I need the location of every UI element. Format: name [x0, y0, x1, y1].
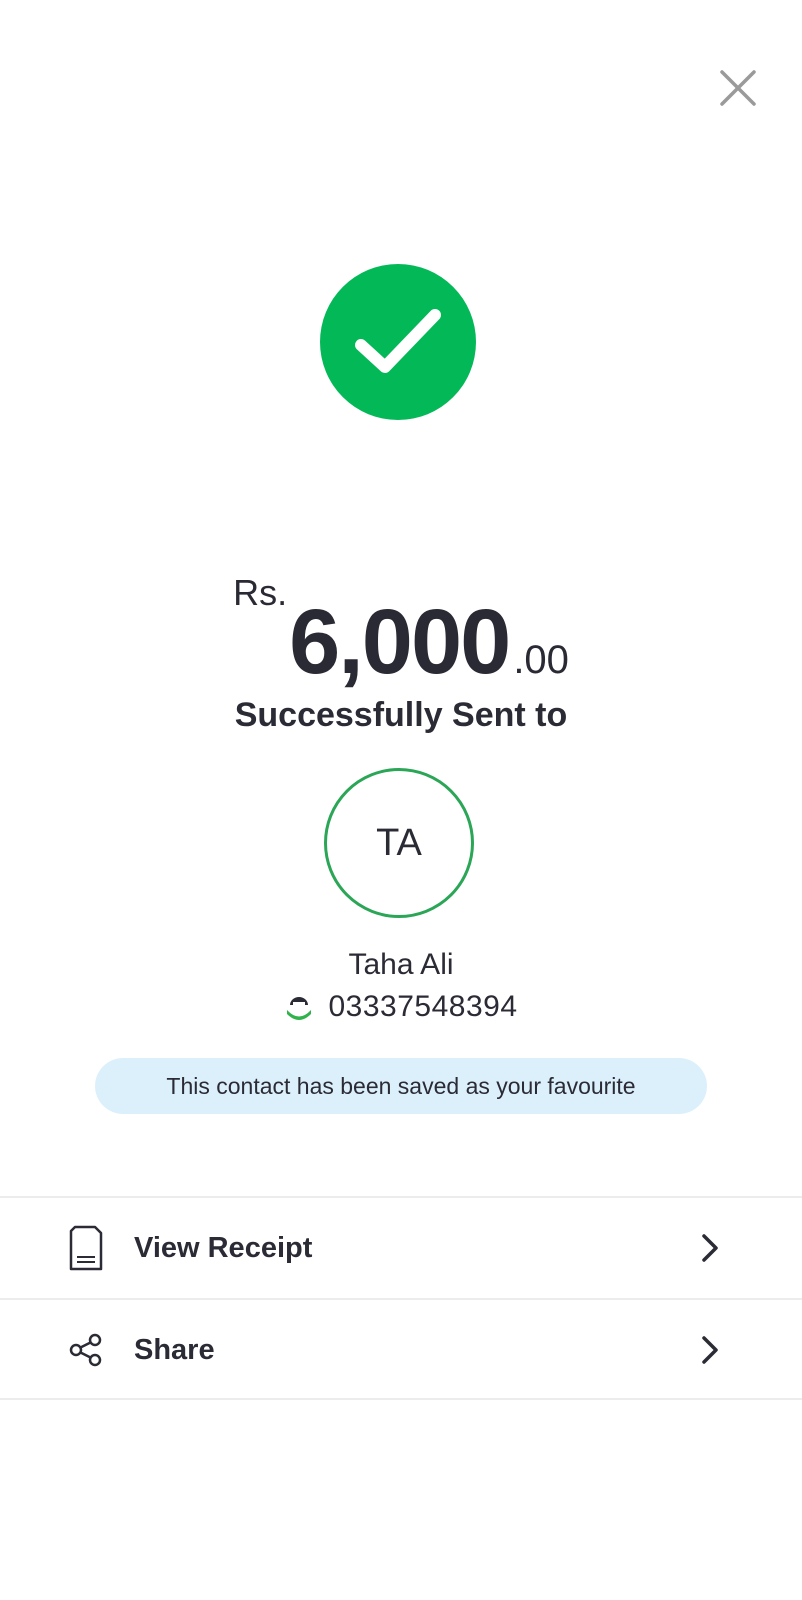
avatar: TA [324, 768, 474, 918]
chevron-right-icon [702, 1234, 718, 1262]
divider [0, 1196, 802, 1198]
share-icon [68, 1326, 104, 1374]
amount-whole: 6,000 [289, 591, 511, 693]
status-message: Successfully Sent to [234, 696, 568, 734]
recipient-phone-row: 03337548394 [0, 990, 802, 1024]
share-label: Share [134, 1333, 215, 1366]
amount-decimal: .00 [513, 638, 569, 682]
divider [0, 1398, 802, 1400]
amount-currency: Rs. [233, 572, 288, 613]
chevron-right-icon [702, 1336, 718, 1364]
receipt-icon [68, 1224, 104, 1272]
close-button[interactable] [716, 66, 760, 110]
close-icon [720, 70, 756, 106]
success-check-circle [320, 264, 476, 420]
easypaisa-logo-icon [287, 997, 312, 1020]
favourite-banner-text: This contact has been saved as your favo… [166, 1072, 636, 1099]
favourite-banner: This contact has been saved as your favo… [95, 1058, 707, 1114]
view-receipt-label: View Receipt [134, 1231, 313, 1264]
amount-display: Rs.6,000.00 [0, 560, 802, 688]
recipient-name: Taha Ali [348, 948, 454, 981]
divider [0, 1298, 802, 1300]
avatar-initials: TA [376, 821, 422, 864]
recipient-phone: 03337548394 [328, 990, 518, 1023]
share-button[interactable]: Share [0, 1302, 802, 1398]
view-receipt-button[interactable]: View Receipt [0, 1200, 802, 1296]
check-icon [355, 309, 441, 373]
